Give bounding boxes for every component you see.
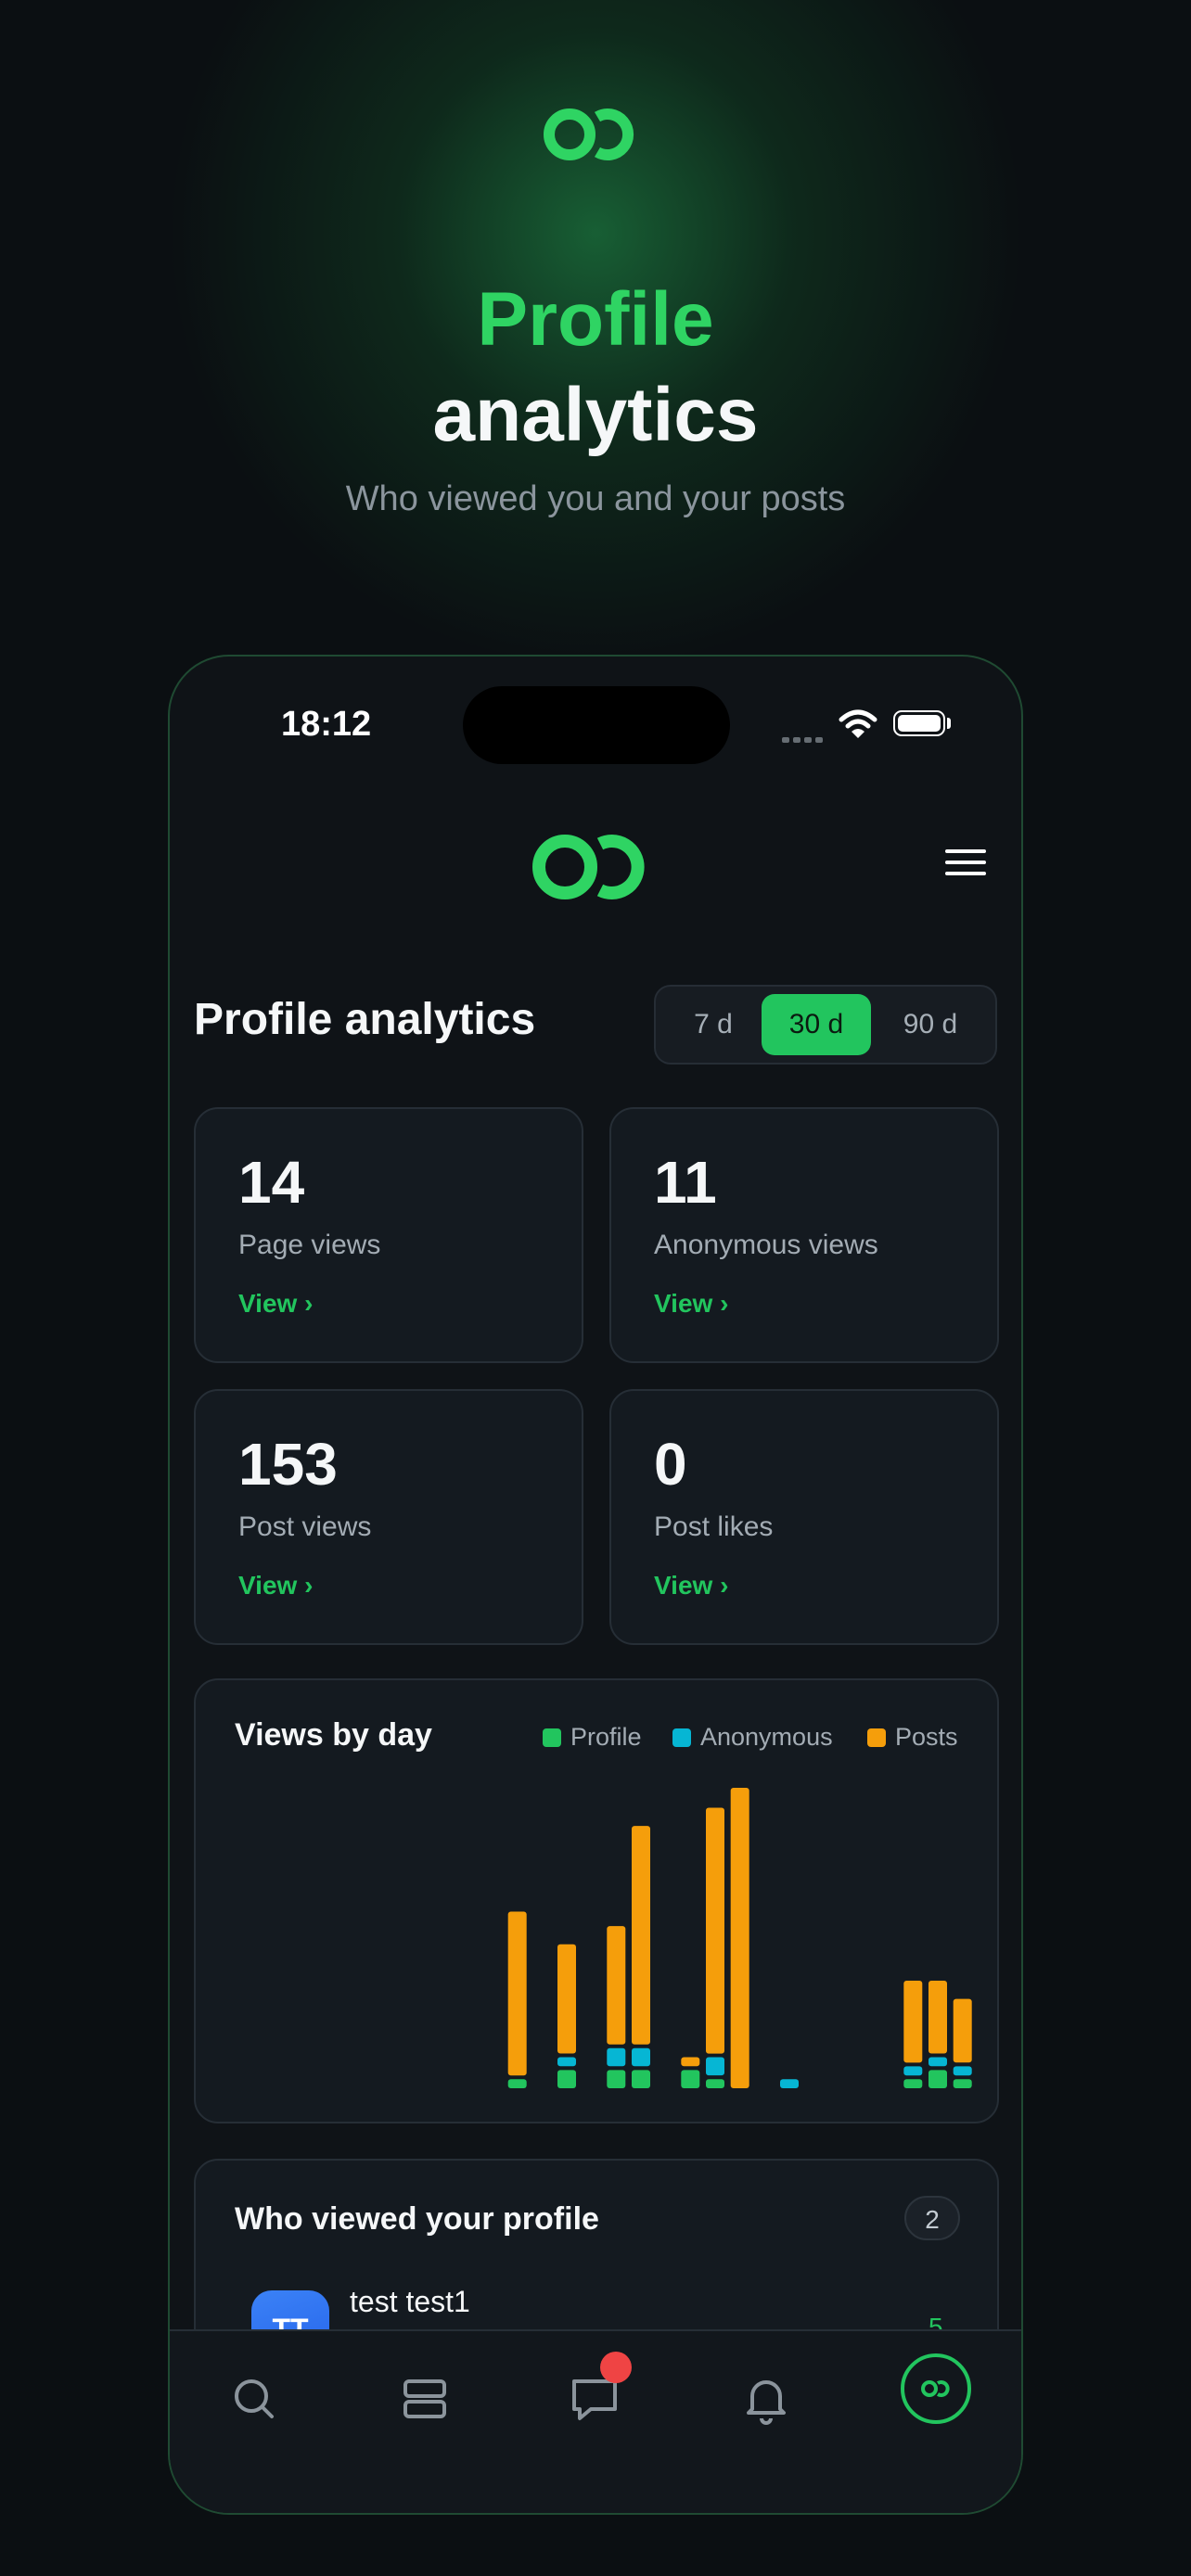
views-by-day-card: Views by day Profile Anonymous Posts — [194, 1678, 999, 2123]
bar-anonymous-day-16 — [607, 2047, 626, 2067]
bar-anonymous-day-17 — [632, 2047, 650, 2067]
bar-anonymous-day-23 — [780, 2079, 799, 2088]
brand-logo-icon — [544, 108, 634, 160]
stat-value: 153 — [238, 1431, 338, 1498]
range-7d-button[interactable]: 7 d — [663, 994, 763, 1055]
stat-value: 11 — [654, 1149, 717, 1216]
battery-cap — [947, 718, 951, 729]
wifi-icon — [839, 709, 877, 738]
bar-posts-day-29 — [928, 1981, 947, 2054]
menu-icon[interactable] — [943, 842, 988, 888]
view-post-views-link[interactable]: View › — [238, 1571, 313, 1600]
search-icon[interactable] — [212, 2357, 296, 2441]
bar-profile-day-20 — [706, 2079, 724, 2088]
bar-posts-day-30 — [953, 1998, 972, 2063]
bar-profile-day-17 — [632, 2070, 650, 2088]
stat-card-post-views: 153 Post views View › — [194, 1389, 583, 1645]
stat-card-post-likes: 0 Post likes View › — [609, 1389, 999, 1645]
stat-label: Anonymous views — [654, 1230, 878, 1260]
bar-posts-day-21 — [730, 1788, 749, 2088]
view-post-likes-link[interactable]: View › — [654, 1571, 728, 1600]
bar-posts-day-20 — [706, 1807, 724, 2054]
chat-notification-badge — [600, 2352, 632, 2383]
stat-value: 14 — [238, 1149, 305, 1216]
dynamic-island — [463, 686, 730, 764]
bar-profile-day-16 — [607, 2070, 626, 2088]
bar-anonymous-day-14 — [557, 2057, 576, 2067]
stat-label: Post views — [238, 1511, 372, 1542]
feed-icon[interactable] — [383, 2357, 467, 2441]
hero-subtitle: Who viewed you and your posts — [345, 479, 846, 518]
signal-icon — [782, 731, 826, 747]
stat-label: Page views — [238, 1230, 381, 1260]
stat-value: 0 — [654, 1431, 687, 1498]
viewers-title: Who viewed your profile — [235, 2201, 599, 2237]
bar-posts-day-14 — [557, 1944, 576, 2054]
stat-label: Post likes — [654, 1511, 774, 1542]
views-by-day-chart — [507, 1788, 972, 2088]
bar-profile-day-30 — [953, 2079, 972, 2088]
battery-icon — [893, 710, 945, 736]
bar-posts-day-17 — [632, 1826, 650, 2045]
bar-posts-day-16 — [607, 1926, 626, 2045]
view-page-views-link[interactable]: View › — [238, 1289, 313, 1319]
bar-posts-day-19 — [681, 2057, 700, 2067]
bar-anonymous-day-30 — [953, 2066, 972, 2076]
bar-profile-day-19 — [681, 2070, 700, 2088]
bar-profile-day-28 — [903, 2079, 923, 2088]
range-30d-button[interactable]: 30 d — [762, 994, 871, 1055]
bar-profile-day-29 — [928, 2070, 947, 2088]
bar-posts-day-12 — [507, 1911, 527, 2076]
stat-card-anonymous-views: 11 Anonymous views View › — [609, 1107, 999, 1363]
profile-logo-icon — [921, 2380, 950, 2397]
bar-profile-day-12 — [507, 2079, 527, 2088]
stat-card-page-views: 14 Page views View › — [194, 1107, 583, 1363]
app-logo-icon — [532, 835, 645, 899]
bottom-tab-bar — [170, 2329, 1021, 2513]
bar-anonymous-day-28 — [903, 2066, 923, 2076]
bar-posts-day-28 — [903, 1981, 923, 2063]
profile-tab-button[interactable] — [901, 2353, 971, 2424]
view-anonymous-views-link[interactable]: View › — [654, 1289, 728, 1319]
hero-title-line2: analytics — [432, 373, 759, 457]
status-time: 18:12 — [281, 705, 372, 744]
phone-frame: 18:12 Profile analytics 7 d 30 d 90 d 14… — [168, 655, 1023, 2515]
page-title: Profile analytics — [194, 995, 536, 1044]
range-selector: 7 d 30 d 90 d — [654, 985, 997, 1065]
bell-icon[interactable] — [724, 2357, 808, 2441]
viewers-count-badge: 2 — [904, 2196, 960, 2240]
bar-anonymous-day-20 — [706, 2057, 724, 2076]
bar-profile-day-14 — [557, 2070, 576, 2088]
bar-anonymous-day-29 — [928, 2057, 947, 2067]
hero-title-line1: Profile — [477, 277, 714, 362]
range-90d-button[interactable]: 90 d — [875, 994, 986, 1055]
viewer-name[interactable]: test test1 — [350, 2285, 470, 2319]
